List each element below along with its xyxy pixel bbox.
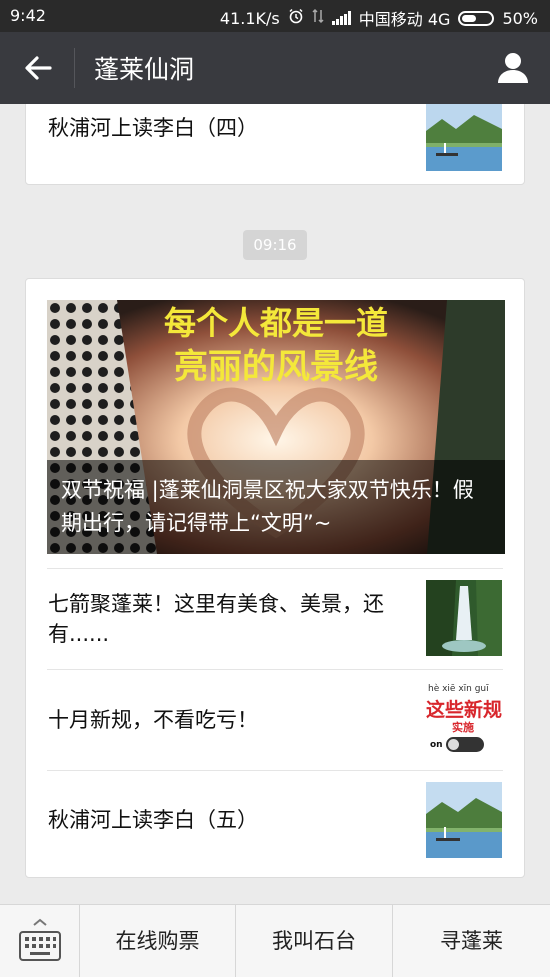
network-speed: 41.1K/s xyxy=(219,8,280,28)
divider xyxy=(47,669,503,670)
toggle-switch-icon xyxy=(446,737,484,752)
top-article-card[interactable]: 秋浦河上读李白（四） xyxy=(25,104,525,185)
status-right: 41.1K/s 中国移动 4G 50% xyxy=(220,6,538,30)
thumb-pinyin: hè xiē xīn guī xyxy=(428,684,489,694)
hero-article[interactable]: 每个人都是一道 亮丽的风景线 双节祝福 |蓬莱仙洞景区祝大家双节快乐！假期出行，… xyxy=(47,300,505,554)
waterfall-thumbnail[interactable] xyxy=(426,580,502,656)
app-bar-divider xyxy=(74,48,75,88)
article-title[interactable]: 秋浦河上读李白（五） xyxy=(48,805,258,835)
article-title[interactable]: 十月新规，不看吃亏！ xyxy=(48,705,418,735)
thumb-subheading: 实施 xyxy=(452,721,474,734)
page-title: 蓬莱仙洞 xyxy=(94,55,195,84)
carrier-label: 中国移动 4G xyxy=(358,10,451,29)
hero-image-text-2: 亮丽的风景线 xyxy=(174,348,378,386)
alarm-icon xyxy=(288,8,304,28)
thumb-toggle-label: on xyxy=(430,740,443,750)
timestamp-chip: 09:16 xyxy=(243,230,307,260)
new-rules-thumbnail[interactable]: hè xiē xīn guī 这些新规 实施 on xyxy=(426,683,502,759)
hero-caption-overlay: 双节祝福 |蓬莱仙洞景区祝大家双节快乐！假期出行，请记得带上“文明”~ xyxy=(47,460,505,554)
bottom-menu-bar: 在线购票 我叫石台 寻蓬莱 xyxy=(0,904,550,977)
divider xyxy=(47,770,503,771)
menu-buy-tickets[interactable]: 在线购票 xyxy=(80,905,236,977)
menu-find-penglai[interactable]: 寻蓬莱 xyxy=(393,905,550,977)
article-title[interactable]: 七箭聚蓬莱！这里有美食、美景，还有...... xyxy=(48,589,418,649)
river-landscape-thumbnail[interactable] xyxy=(426,782,502,858)
user-icon[interactable] xyxy=(496,50,530,84)
river-landscape-thumbnail[interactable] xyxy=(426,104,502,171)
thumb-heading: 这些新规 xyxy=(426,699,502,721)
status-time: 9:42 xyxy=(10,6,46,25)
news-feed-card[interactable]: 每个人都是一道 亮丽的风景线 双节祝福 |蓬莱仙洞景区祝大家双节快乐！假期出行，… xyxy=(25,278,525,878)
status-bar: 9:42 41.1K/s 中国移动 4G 50% xyxy=(0,0,550,32)
battery-percent: 50% xyxy=(502,8,538,28)
message-list[interactable]: 秋浦河上读李白（四） 09:16 每个人都是一道 亮丽的风景线 双节祝福 |蓬莱… xyxy=(0,104,550,904)
keyboard-icon[interactable] xyxy=(0,905,80,977)
hero-caption[interactable]: 双节祝福 |蓬莱仙洞景区祝大家双节快乐！假期出行，请记得带上“文明”~ xyxy=(61,474,491,540)
arrow-left-icon[interactable] xyxy=(22,52,54,84)
battery-icon xyxy=(458,10,495,26)
hero-image-text-1: 每个人都是一道 xyxy=(164,305,388,341)
article-title[interactable]: 秋浦河上读李白（四） xyxy=(48,113,258,143)
menu-shitai[interactable]: 我叫石台 xyxy=(236,905,393,977)
signal-icon xyxy=(331,11,351,25)
divider xyxy=(47,568,503,569)
app-bar: 蓬莱仙洞 xyxy=(0,32,550,104)
data-transfer-icon xyxy=(312,8,324,28)
